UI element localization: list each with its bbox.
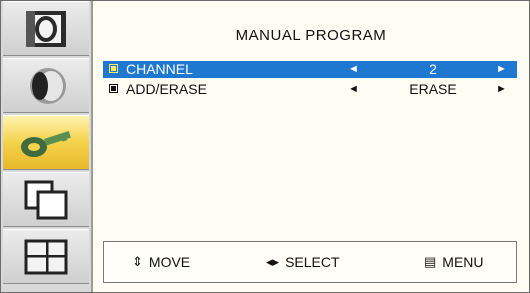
sound-icon (30, 67, 66, 104)
arrow-left-icon[interactable]: ◄ (348, 81, 359, 98)
hint-select-label: SELECT (285, 254, 340, 270)
sidebar (1, 1, 93, 292)
arrow-right-icon[interactable]: ► (496, 61, 507, 78)
screen-icon (24, 180, 68, 219)
hint-move-label: MOVE (148, 254, 191, 270)
picture-icon (26, 10, 66, 47)
arrow-left-icon[interactable]: ◄ (348, 61, 359, 78)
menu-icon: ▤ (424, 254, 437, 269)
move-icon: ⇕ (132, 254, 143, 269)
row-value: ERASE (409, 81, 457, 97)
bullet-icon (109, 64, 118, 73)
row-label: ADD/ERASE (126, 81, 207, 97)
page-title: MANUAL PROGRAM (235, 27, 387, 44)
bullet-icon (109, 84, 118, 93)
row-channel[interactable]: CHANNEL ◄ 2 ► (103, 61, 517, 78)
select-icon: ◂▸ (266, 254, 280, 269)
sidebar-item-sound[interactable] (3, 58, 89, 113)
sidebar-item-setup[interactable] (3, 229, 89, 284)
row-add-erase[interactable]: ADD/ERASE ◄ ERASE ► (103, 81, 517, 98)
hint-select: ◂▸ SELECT (266, 254, 340, 270)
key-icon (21, 130, 71, 157)
row-value: 2 (429, 61, 437, 77)
setup-icon (24, 239, 68, 274)
sidebar-item-screen[interactable] (3, 172, 89, 227)
hint-move: ⇕ MOVE (132, 254, 190, 270)
hint-menu-label: MENU (442, 254, 484, 270)
main-panel: MANUAL PROGRAM CHANNEL ◄ 2 ► ADD/ERASE ◄… (93, 1, 529, 292)
osd-window: MANUAL PROGRAM CHANNEL ◄ 2 ► ADD/ERASE ◄… (0, 0, 530, 293)
footer-hints: ⇕ MOVE ◂▸ SELECT ▤ MENU (103, 241, 517, 283)
hint-menu: ▤ MENU (424, 254, 484, 270)
arrow-right-icon[interactable]: ► (496, 81, 507, 98)
row-label: CHANNEL (126, 61, 193, 77)
sidebar-item-picture[interactable] (3, 1, 89, 56)
sidebar-item-key[interactable] (3, 115, 89, 170)
